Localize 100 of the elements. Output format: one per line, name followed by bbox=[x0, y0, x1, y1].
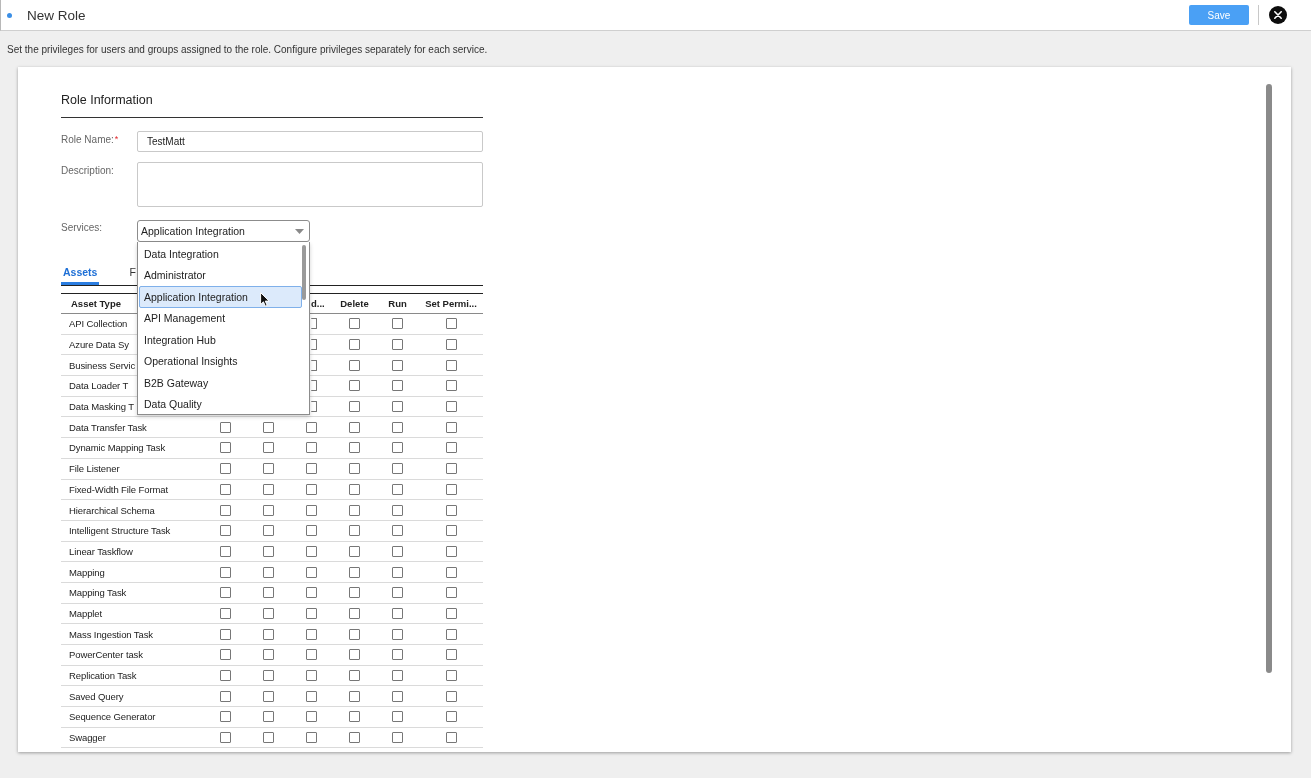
checkbox[interactable] bbox=[445, 339, 457, 351]
dropdown-option[interactable]: API Management bbox=[139, 307, 302, 329]
dropdown-option[interactable]: Integration Hub bbox=[139, 329, 302, 351]
checkbox[interactable] bbox=[392, 401, 403, 413]
checkbox[interactable] bbox=[349, 649, 360, 661]
checkbox[interactable] bbox=[392, 359, 403, 371]
checkbox[interactable] bbox=[392, 318, 403, 330]
checkbox[interactable] bbox=[263, 628, 274, 640]
scrollbar-thumb[interactable] bbox=[302, 245, 306, 300]
checkbox[interactable] bbox=[349, 483, 360, 495]
checkbox[interactable] bbox=[445, 566, 457, 578]
checkbox[interactable] bbox=[392, 442, 403, 454]
checkbox[interactable] bbox=[445, 628, 457, 640]
checkbox[interactable] bbox=[392, 339, 403, 351]
checkbox[interactable] bbox=[349, 711, 360, 723]
checkbox[interactable] bbox=[445, 442, 457, 454]
checkbox[interactable] bbox=[445, 504, 457, 516]
checkbox[interactable] bbox=[306, 690, 317, 702]
checkbox[interactable] bbox=[263, 670, 274, 682]
checkbox[interactable] bbox=[349, 339, 360, 351]
dropdown-option[interactable]: Operational Insights bbox=[139, 350, 302, 372]
checkbox[interactable] bbox=[392, 732, 403, 744]
checkbox[interactable] bbox=[445, 525, 457, 537]
checkbox[interactable] bbox=[306, 463, 317, 475]
checkbox[interactable] bbox=[263, 566, 274, 578]
checkbox[interactable] bbox=[220, 525, 231, 537]
checkbox[interactable] bbox=[306, 587, 317, 599]
checkbox[interactable] bbox=[220, 711, 231, 723]
checkbox[interactable] bbox=[445, 649, 457, 661]
checkbox[interactable] bbox=[263, 587, 274, 599]
checkbox[interactable] bbox=[349, 421, 360, 433]
checkbox[interactable] bbox=[306, 607, 317, 619]
dropdown-option[interactable]: Application Integration bbox=[139, 286, 302, 308]
checkbox[interactable] bbox=[263, 545, 274, 557]
checkbox[interactable] bbox=[220, 504, 231, 516]
checkbox[interactable] bbox=[220, 670, 231, 682]
checkbox[interactable] bbox=[263, 690, 274, 702]
checkbox[interactable] bbox=[445, 463, 457, 475]
checkbox[interactable] bbox=[306, 711, 317, 723]
checkbox[interactable] bbox=[392, 545, 403, 557]
checkbox[interactable] bbox=[306, 525, 317, 537]
checkbox[interactable] bbox=[220, 566, 231, 578]
checkbox[interactable] bbox=[263, 525, 274, 537]
checkbox[interactable] bbox=[263, 463, 274, 475]
checkbox[interactable] bbox=[392, 711, 403, 723]
checkbox[interactable] bbox=[349, 545, 360, 557]
dropdown-option[interactable]: Data Integration bbox=[139, 243, 302, 265]
checkbox[interactable] bbox=[445, 359, 457, 371]
dropdown-option[interactable]: Data Quality bbox=[139, 393, 302, 415]
checkbox[interactable] bbox=[263, 483, 274, 495]
dropdown-select[interactable]: Application Integration bbox=[137, 220, 310, 242]
checkbox[interactable] bbox=[392, 670, 403, 682]
checkbox[interactable] bbox=[263, 421, 274, 433]
checkbox[interactable] bbox=[349, 504, 360, 516]
checkbox[interactable] bbox=[445, 690, 457, 702]
checkbox[interactable] bbox=[220, 463, 231, 475]
checkbox[interactable] bbox=[445, 421, 457, 433]
checkbox[interactable] bbox=[392, 607, 403, 619]
checkbox[interactable] bbox=[349, 690, 360, 702]
checkbox[interactable] bbox=[392, 483, 403, 495]
checkbox[interactable] bbox=[445, 483, 457, 495]
checkbox[interactable] bbox=[311, 401, 317, 413]
checkbox[interactable] bbox=[306, 566, 317, 578]
checkbox[interactable] bbox=[445, 607, 457, 619]
tab[interactable]: Assets bbox=[61, 262, 100, 285]
checkbox[interactable] bbox=[311, 318, 317, 330]
checkbox[interactable] bbox=[392, 587, 403, 599]
checkbox[interactable] bbox=[392, 463, 403, 475]
dropdown-option[interactable]: B2B Gateway bbox=[139, 372, 302, 394]
checkbox[interactable] bbox=[349, 607, 360, 619]
checkbox[interactable] bbox=[445, 401, 457, 413]
tab[interactable]: F bbox=[127, 262, 138, 285]
dropdown-option[interactable]: Administrator bbox=[139, 264, 302, 286]
scrollbar-thumb[interactable] bbox=[1266, 84, 1272, 673]
checkbox[interactable] bbox=[349, 359, 360, 371]
checkbox[interactable] bbox=[349, 442, 360, 454]
checkbox[interactable] bbox=[349, 732, 360, 744]
checkbox[interactable] bbox=[445, 711, 457, 723]
checkbox[interactable] bbox=[349, 380, 360, 392]
checkbox[interactable] bbox=[445, 318, 457, 330]
checkbox[interactable] bbox=[306, 504, 317, 516]
checkbox[interactable] bbox=[220, 628, 231, 640]
text-field[interactable]: TestMatt bbox=[137, 131, 483, 152]
checkbox[interactable] bbox=[392, 566, 403, 578]
checkbox[interactable] bbox=[392, 649, 403, 661]
checkbox[interactable] bbox=[392, 504, 403, 516]
checkbox[interactable] bbox=[220, 732, 231, 744]
checkbox[interactable] bbox=[306, 628, 317, 640]
checkbox[interactable] bbox=[445, 380, 457, 392]
checkbox[interactable] bbox=[445, 670, 457, 682]
checkbox[interactable] bbox=[311, 380, 317, 392]
checkbox[interactable] bbox=[306, 421, 317, 433]
checkbox[interactable] bbox=[445, 545, 457, 557]
checkbox[interactable] bbox=[263, 649, 274, 661]
close-icon[interactable] bbox=[1269, 6, 1287, 24]
checkbox[interactable] bbox=[220, 545, 231, 557]
checkbox[interactable] bbox=[220, 421, 231, 433]
checkbox[interactable] bbox=[306, 732, 317, 744]
checkbox[interactable] bbox=[220, 483, 231, 495]
checkbox[interactable] bbox=[392, 380, 403, 392]
